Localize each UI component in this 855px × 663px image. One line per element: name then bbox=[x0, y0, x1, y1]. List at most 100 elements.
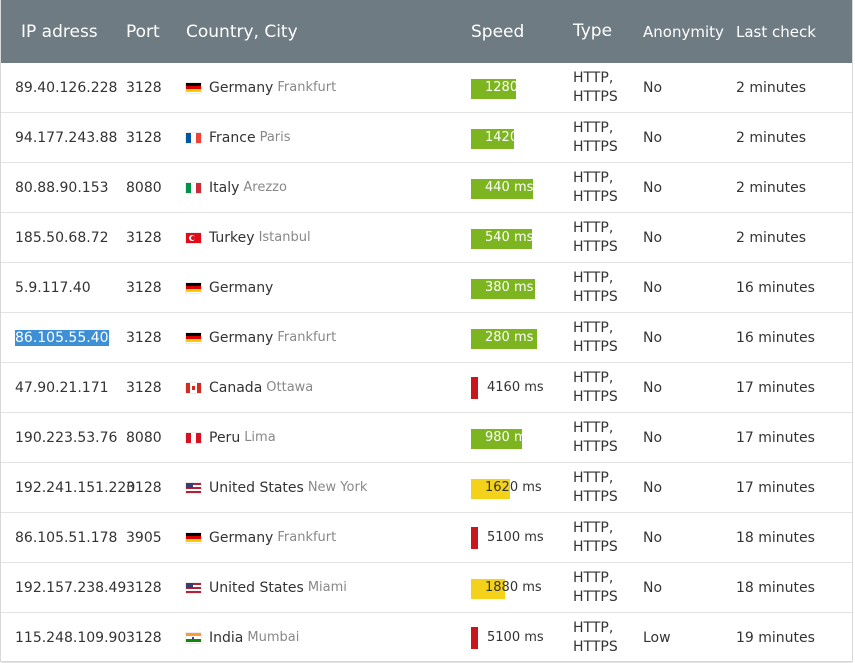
anonymity: No bbox=[643, 79, 663, 96]
ip-address[interactable]: 47.90.21.171 bbox=[15, 380, 109, 396]
table-row[interactable]: 190.223.53.76 8080 Peru Lima 980 ms HTTP, HTTP… bbox=[1, 413, 852, 463]
last-check: 2 minutes bbox=[736, 229, 807, 246]
speed-cell: 1880 ms bbox=[471, 563, 573, 612]
ip-address[interactable]: 192.241.151.220 bbox=[15, 480, 135, 496]
port: 3128 bbox=[126, 329, 162, 346]
header-speed[interactable]: Speed bbox=[471, 22, 573, 42]
anonymity: Low bbox=[643, 629, 671, 646]
protocol-label: HTTP, bbox=[573, 369, 614, 386]
ip-address[interactable]: 190.223.53.76 bbox=[15, 430, 117, 446]
location-cell: United States Miami bbox=[186, 580, 471, 596]
type-cell: HTTP, HTTPS bbox=[573, 219, 643, 257]
protocol-label: HTTPS bbox=[573, 488, 618, 505]
speed-value: 540 ms bbox=[485, 230, 534, 245]
speed-value: 1420 ms bbox=[485, 130, 542, 145]
protocol-label: HTTPS bbox=[573, 338, 618, 355]
table-row[interactable]: 80.88.90.153 8080 Italy Arezzo 440 ms HTTP, HT… bbox=[1, 163, 852, 213]
type-cell: HTTP, HTTPS bbox=[573, 369, 643, 407]
city-name: New York bbox=[307, 480, 368, 495]
header-port[interactable]: Port bbox=[126, 22, 186, 42]
header-last-check[interactable]: Last check bbox=[736, 23, 836, 41]
ip-cell: 5.9.117.40 bbox=[1, 280, 126, 296]
type-cell: HTTP, HTTPS bbox=[573, 419, 643, 457]
protocol-label: HTTP, bbox=[573, 569, 614, 586]
ip-cell: 86.105.55.40 bbox=[1, 329, 126, 346]
country-name: Italy bbox=[209, 179, 240, 196]
ip-address[interactable]: 115.248.109.90 bbox=[15, 630, 126, 646]
city-name: Mumbai bbox=[247, 630, 300, 645]
protocol-label: HTTP, bbox=[573, 269, 614, 286]
port: 3128 bbox=[126, 379, 162, 396]
protocol-label: HTTP, bbox=[573, 319, 614, 336]
location-cell: United States New York bbox=[186, 480, 471, 496]
header-ip[interactable]: IP adress bbox=[1, 22, 126, 42]
ip-cell: 115.248.109.90 bbox=[1, 630, 126, 646]
protocol-label: HTTP, bbox=[573, 169, 614, 186]
city-name: Miami bbox=[307, 580, 347, 595]
port: 8080 bbox=[126, 429, 162, 446]
table-row[interactable]: 5.9.117.40 3128 Germany 380 ms HTTP, HTTPS No 1… bbox=[1, 263, 852, 313]
ip-cell: 185.50.68.72 bbox=[1, 230, 126, 246]
protocol-label: HTTPS bbox=[573, 238, 618, 255]
table-row[interactable]: 89.40.126.228 3128 Germany Frankfurt 1280 ms… bbox=[1, 63, 852, 113]
country-name: Canada bbox=[209, 379, 263, 396]
table-row[interactable]: 47.90.21.171 3128 Canada Ottawa 4160 ms HTTP,… bbox=[1, 363, 852, 413]
header-anonymity[interactable]: Anonymity bbox=[643, 23, 736, 41]
type-cell: HTTP, HTTPS bbox=[573, 319, 643, 357]
ip-address[interactable]: 86.105.51.178 bbox=[15, 530, 117, 546]
ip-address[interactable]: 5.9.117.40 bbox=[15, 280, 91, 296]
table-row[interactable]: 192.241.151.220 3128 United States New York… bbox=[1, 463, 852, 513]
city-name: Paris bbox=[259, 130, 291, 145]
country-name: Peru bbox=[209, 429, 241, 446]
table-row[interactable]: 86.105.51.178 3905 Germany Frankfurt 5100 ms… bbox=[1, 513, 852, 563]
type-cell: HTTP, HTTPS bbox=[573, 619, 643, 657]
port: 3905 bbox=[126, 529, 162, 546]
table-row[interactable]: 94.177.243.88 3128 France Paris 1420 ms HTTP,… bbox=[1, 113, 852, 163]
port: 3128 bbox=[126, 279, 162, 296]
anonymity: No bbox=[643, 229, 663, 246]
country-name: France bbox=[209, 129, 256, 146]
type-cell: HTTP, HTTPS bbox=[573, 519, 643, 557]
city-name: Frankfurt bbox=[277, 80, 337, 95]
header-type[interactable]: Type bbox=[573, 22, 643, 41]
header-country[interactable]: Country, City bbox=[186, 22, 471, 42]
last-check: 2 minutes bbox=[736, 179, 807, 196]
speed-bar bbox=[471, 527, 478, 549]
table-row[interactable]: 86.105.55.40 3128 Germany Frankfurt 280 ms HT… bbox=[1, 313, 852, 363]
ip-address[interactable]: 86.105.55.40 bbox=[15, 329, 109, 346]
port: 3128 bbox=[126, 79, 162, 96]
ip-cell: 192.241.151.220 bbox=[1, 480, 135, 496]
location-cell: Canada Ottawa bbox=[186, 380, 471, 396]
ip-address[interactable]: 192.157.238.49 bbox=[15, 580, 126, 596]
speed-cell: 280 ms bbox=[471, 313, 573, 362]
ip-address[interactable]: 185.50.68.72 bbox=[15, 230, 109, 246]
table-row[interactable]: 115.248.109.90 3128 India Mumbai 5100 ms HTTP… bbox=[1, 613, 852, 663]
speed-value: 5100 ms bbox=[487, 530, 544, 545]
france-flag-icon bbox=[186, 132, 201, 143]
last-check: 17 minutes bbox=[736, 379, 815, 396]
port: 3128 bbox=[126, 229, 162, 246]
ip-address[interactable]: 89.40.126.228 bbox=[15, 80, 117, 96]
table-row[interactable]: 185.50.68.72 3128 Turkey Istanbul 540 ms HTTP… bbox=[1, 213, 852, 263]
table-row[interactable]: 192.157.238.49 3128 United States Miami 1880… bbox=[1, 563, 852, 613]
speed-value: 440 ms bbox=[485, 180, 534, 195]
speed-cell: 440 ms bbox=[471, 163, 573, 212]
speed-value: 1280 ms bbox=[485, 80, 542, 95]
city-name: Lima bbox=[244, 430, 276, 445]
protocol-label: HTTP, bbox=[573, 619, 614, 636]
india-flag-icon bbox=[186, 632, 201, 643]
anonymity: No bbox=[643, 179, 663, 196]
ip-cell: 94.177.243.88 bbox=[1, 130, 126, 146]
protocol-label: HTTPS bbox=[573, 288, 618, 305]
ip-address[interactable]: 80.88.90.153 bbox=[15, 180, 109, 196]
protocol-label: HTTPS bbox=[573, 188, 618, 205]
protocol-label: HTTPS bbox=[573, 588, 618, 605]
protocol-label: HTTP, bbox=[573, 519, 614, 536]
ip-address[interactable]: 94.177.243.88 bbox=[15, 130, 117, 146]
type-cell: HTTP, HTTPS bbox=[573, 69, 643, 107]
usa-flag-icon bbox=[186, 482, 201, 493]
ip-cell: 192.157.238.49 bbox=[1, 580, 126, 596]
speed-value: 280 ms bbox=[485, 330, 534, 345]
speed-cell: 1280 ms bbox=[471, 63, 573, 112]
table-header: IP adress Port Country, City Speed Type … bbox=[1, 0, 852, 63]
